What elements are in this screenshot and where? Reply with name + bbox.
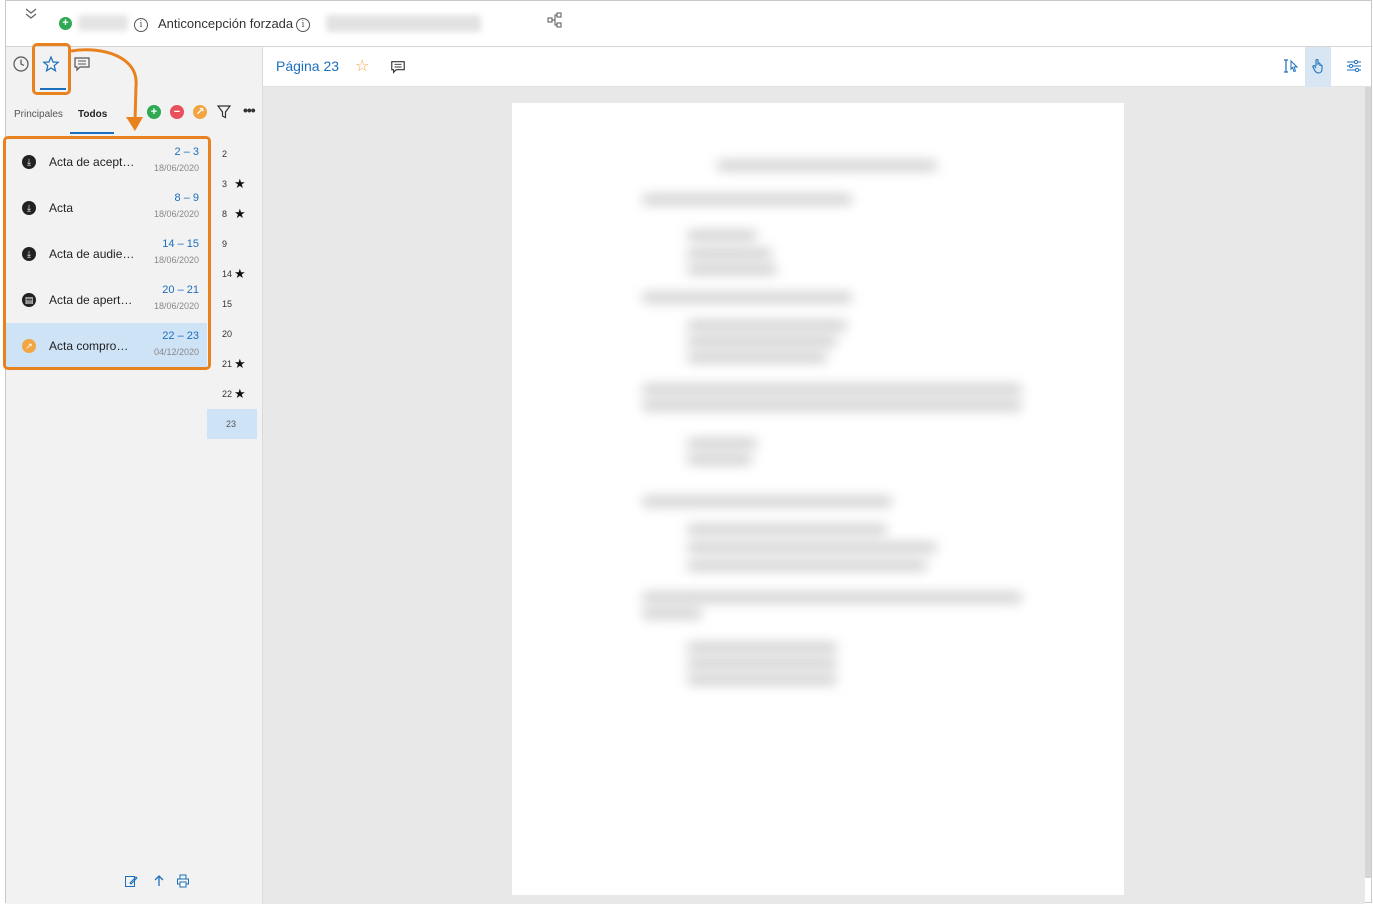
page-row-selected[interactable]: 23 (207, 409, 257, 439)
more-options-icon[interactable]: ••• (243, 102, 256, 118)
page-number: 21 (222, 359, 233, 369)
tab-principales[interactable]: Principales (14, 109, 63, 120)
page-row[interactable]: 20 (207, 319, 257, 349)
blurred-text (687, 455, 752, 464)
blurred-text (687, 265, 777, 274)
pan-tool[interactable] (1305, 47, 1331, 87)
edit-icon[interactable] (124, 874, 140, 890)
viewer-scrollbar[interactable] (1365, 87, 1371, 878)
blurred-text (687, 543, 937, 552)
highlight-document-list (3, 136, 211, 370)
blurred-text (642, 593, 1022, 602)
top-bar: + i Anticoncepción forzada i (6, 1, 1371, 47)
star-filled-icon[interactable]: ★ (234, 356, 246, 372)
redacted-case-id (78, 15, 128, 31)
case-title: Anticoncepción forzada (158, 16, 294, 31)
page-number: 3 (222, 179, 228, 189)
page-number: 2 (222, 149, 228, 159)
clock-icon (13, 56, 29, 72)
page-number: 22 (222, 389, 233, 399)
page-number: 15 (222, 299, 233, 309)
page-list: 2 3 ★ 8 ★ 9 14 ★ 15 20 21 ★ 22 ★ 23 (207, 139, 263, 439)
case-info-icon[interactable]: i (296, 18, 310, 32)
page-row[interactable]: 2 (207, 139, 257, 169)
viewer-toolbar: Página 23 ☆ (263, 47, 1371, 87)
hand-icon (1312, 58, 1323, 74)
star-filled-icon[interactable]: ★ (234, 266, 246, 282)
blurred-text (687, 439, 757, 448)
hierarchy-icon[interactable] (547, 12, 563, 28)
app-window: + i Anticoncepción forzada i Principales… (3, 0, 1372, 904)
remove-button[interactable]: − (170, 105, 184, 119)
star-filled-icon[interactable]: ★ (234, 386, 246, 402)
blurred-text (642, 497, 892, 506)
blurred-text (687, 353, 827, 362)
document-page (512, 103, 1124, 895)
star-filled-icon[interactable]: ★ (234, 176, 246, 192)
star-outline-icon[interactable]: ☆ (355, 56, 369, 76)
blurred-text (687, 249, 772, 258)
bottom-toolbar (124, 874, 204, 892)
blurred-text (687, 561, 927, 570)
blurred-text (687, 675, 837, 684)
blurred-text (642, 293, 852, 302)
page-number: 9 (222, 239, 228, 249)
page-row[interactable]: 8 ★ (207, 199, 257, 229)
blurred-text (687, 659, 837, 668)
redacted-case-details (326, 15, 481, 32)
page-number: 14 (222, 269, 233, 279)
export-button[interactable]: ↗ (193, 105, 207, 119)
page-number: 23 (226, 419, 237, 429)
blurred-text (687, 643, 837, 652)
page-number: 8 (222, 209, 228, 219)
page-row[interactable]: 15 (207, 289, 257, 319)
page-row[interactable]: 21 ★ (207, 349, 257, 379)
upload-icon[interactable] (152, 874, 168, 890)
print-icon[interactable] (176, 874, 192, 890)
page-row[interactable]: 14 ★ (207, 259, 257, 289)
blurred-text (642, 609, 702, 618)
info-icon[interactable]: i (134, 18, 148, 32)
comment-icon[interactable] (390, 59, 406, 75)
star-filled-icon[interactable]: ★ (234, 206, 246, 222)
blurred-text (642, 401, 1022, 410)
settings-tool[interactable] (1341, 47, 1367, 87)
blurred-text (687, 525, 887, 534)
tab-history[interactable] (12, 55, 34, 77)
page-number: 20 (222, 329, 233, 339)
annotation-arrow-icon (70, 48, 143, 131)
sliders-icon (1347, 59, 1361, 73)
blurred-text (687, 337, 837, 346)
blurred-text (687, 321, 847, 330)
page-title: Página 23 (276, 58, 340, 74)
document-viewer[interactable] (263, 87, 1365, 904)
blurred-text (642, 195, 852, 204)
text-cursor-icon (1284, 59, 1299, 73)
double-chevron-down-icon[interactable] (22, 7, 40, 25)
filter-icon[interactable] (216, 105, 232, 119)
text-select-tool[interactable] (1278, 47, 1304, 87)
page-row[interactable]: 3 ★ (207, 169, 257, 199)
page-row[interactable]: 22 ★ (207, 379, 257, 409)
blurred-text (642, 385, 1022, 394)
blurred-text (717, 161, 937, 170)
add-status-icon: + (59, 17, 72, 30)
blurred-text (687, 231, 757, 240)
page-row[interactable]: 9 (207, 229, 257, 259)
